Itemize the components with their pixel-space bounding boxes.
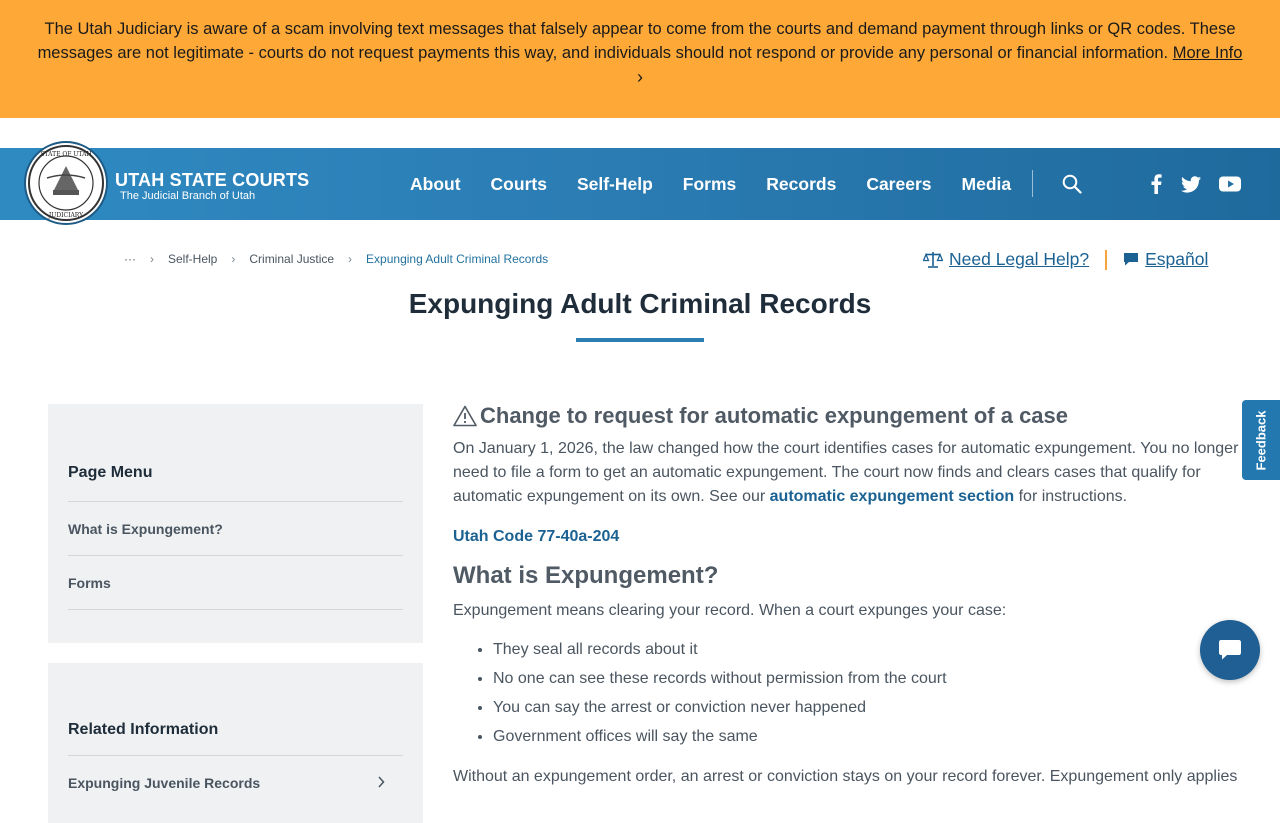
page-menu-item-what-is-expungement[interactable]: What is Expungement? (68, 501, 403, 555)
breadcrumb-current: Expunging Adult Criminal Records (366, 252, 549, 266)
scam-alert-banner: The Utah Judiciary is aware of a scam in… (0, 0, 1280, 118)
nav-divider (1032, 170, 1033, 197)
page-menu-item-forms[interactable]: Forms (68, 555, 403, 610)
title-underline (576, 338, 704, 342)
chevron-right-icon[interactable]: › (30, 65, 1250, 89)
chat-button[interactable] (1200, 620, 1260, 680)
page-menu-item-label: Forms (68, 574, 111, 591)
utility-links: Need Legal Help? Español (923, 249, 1208, 270)
nav-courts[interactable]: Courts (491, 174, 547, 195)
notice-paragraph: On January 1, 2026, the law changed how … (453, 437, 1243, 509)
nav-about[interactable]: About (410, 174, 461, 195)
page-menu-box: Page Menu What is Expungement? Forms (48, 404, 423, 643)
espanol-link[interactable]: Español (1145, 249, 1208, 270)
scales-icon (923, 252, 943, 268)
utah-courts-seal-logo[interactable]: STATE OF UTAH JUDICIARY (24, 141, 108, 225)
notice-heading-text: Change to request for automatic expungem… (480, 403, 1069, 428)
feedback-tab[interactable]: Feedback (1242, 400, 1280, 480)
site-header: STATE OF UTAH JUDICIARY UTAH STATE COURT… (0, 141, 1280, 225)
nav-self-help[interactable]: Self-Help (577, 174, 653, 195)
chevron-right-icon: › (348, 252, 353, 266)
twitter-icon[interactable] (1180, 174, 1202, 194)
nav-careers[interactable]: Careers (866, 174, 931, 195)
section-heading-what-is-expungement: What is Expungement? (453, 562, 719, 589)
search-icon[interactable] (1060, 172, 1084, 196)
warning-icon (453, 405, 477, 427)
list-item: They seal all records about it (493, 635, 1243, 664)
alert-more-info-link[interactable]: More Info (1173, 44, 1243, 62)
need-legal-help-link[interactable]: Need Legal Help? (949, 249, 1089, 270)
page-menu-item-label: What is Expungement? (68, 520, 223, 537)
related-info-heading: Related Information (68, 721, 219, 738)
breadcrumb-ellipsis[interactable]: ··· (124, 252, 136, 266)
speech-bubble-icon (1124, 253, 1139, 266)
expungement-effects-list: They seal all records about it No one ca… (453, 635, 1243, 751)
breadcrumb: ··· › Self-Help › Criminal Justice › Exp… (124, 252, 548, 266)
brand-title: UTAH STATE COURTS (115, 170, 310, 190)
nav-forms[interactable]: Forms (683, 174, 736, 195)
brand-subtitle: The Judicial Branch of Utah (120, 190, 256, 202)
main-content: Change to request for automatic expungem… (453, 400, 1243, 789)
youtube-icon[interactable] (1219, 174, 1241, 194)
nav-media[interactable]: Media (962, 174, 1012, 195)
related-item-label: Expunging Juvenile Records (68, 774, 261, 791)
chat-bubble-icon (1219, 640, 1241, 660)
page-title: Expunging Adult Criminal Records (408, 288, 872, 319)
closing-paragraph: Without an expungement order, an arrest … (453, 768, 1238, 785)
notice-text-end: for instructions. (1018, 488, 1128, 505)
list-item: Government offices will say the same (493, 722, 1243, 751)
facebook-icon[interactable] (1145, 174, 1167, 194)
chevron-right-icon: › (150, 252, 154, 266)
alert-message: The Utah Judiciary is aware of a scam in… (37, 20, 1236, 62)
list-item: No one can see these records without per… (493, 664, 1243, 693)
feedback-label: Feedback (1253, 410, 1269, 470)
related-info-box: Related Information Expunging Juvenile R… (48, 663, 423, 823)
breadcrumb-self-help[interactable]: Self-Help (168, 252, 217, 266)
utility-divider (1105, 249, 1108, 270)
svg-text:STATE OF UTAH: STATE OF UTAH (40, 151, 91, 158)
chevron-right-icon: › (231, 252, 236, 266)
page-menu-heading: Page Menu (68, 464, 153, 481)
brand-block[interactable]: UTAH STATE COURTS The Judicial Branch of… (115, 170, 309, 202)
nav-records[interactable]: Records (766, 174, 836, 195)
list-item: You can say the arrest or conviction nev… (493, 693, 1243, 722)
chevron-right-icon (378, 776, 385, 788)
related-item-expunging-juvenile-records[interactable]: Expunging Juvenile Records (68, 755, 403, 809)
automatic-expungement-section-link[interactable]: automatic expungement section (770, 488, 1015, 505)
section-intro: Expungement means clearing your record. … (453, 602, 1007, 619)
seal-icon: STATE OF UTAH JUDICIARY (28, 145, 104, 221)
notice-heading: Change to request for automatic expungem… (453, 400, 1243, 432)
utah-code-link[interactable]: Utah Code 77-40a-204 (453, 528, 619, 545)
main-nav: About Courts Self-Help Forms Records Car… (410, 148, 1041, 220)
svg-text:JUDICIARY: JUDICIARY (48, 212, 84, 219)
breadcrumb-criminal-justice[interactable]: Criminal Justice (249, 252, 334, 266)
